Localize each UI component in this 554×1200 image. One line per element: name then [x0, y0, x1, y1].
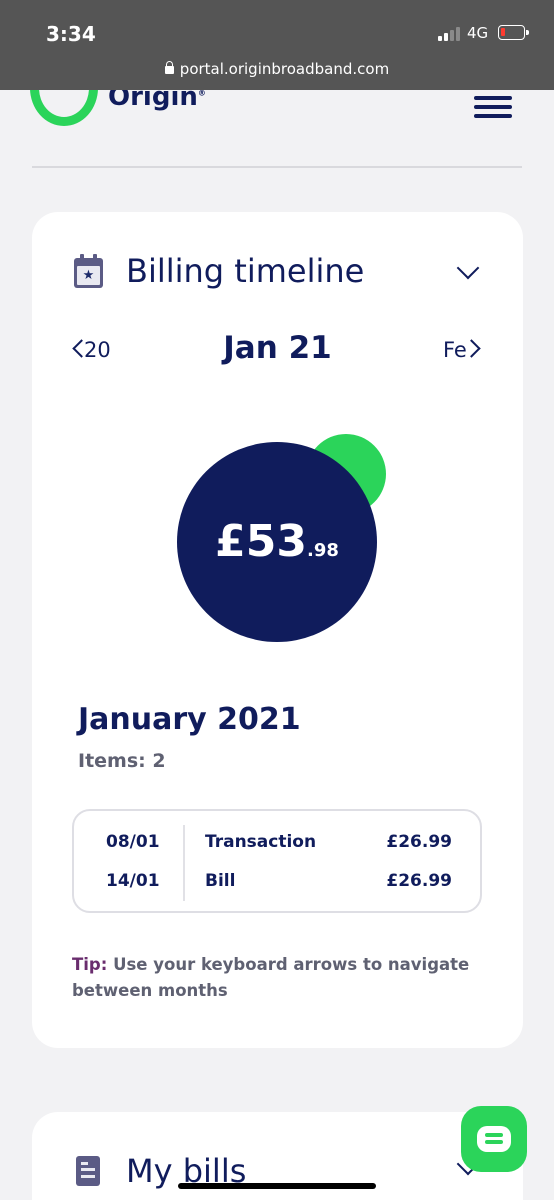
transaction-date: 14/01: [106, 871, 160, 891]
table-row: 14/01 Bill £26.99: [74, 871, 484, 897]
items-count: Items: 2: [78, 750, 166, 772]
table-row: 08/01 Transaction £26.99: [74, 832, 484, 858]
chat-icon: [477, 1126, 511, 1152]
document-icon: [76, 1156, 100, 1186]
tip-text: Use your keyboard arrows to navigate bet…: [72, 955, 470, 1000]
next-month-button[interactable]: Fe: [443, 338, 481, 362]
transaction-amount: £26.99: [386, 871, 452, 891]
navigation-tip: Tip: Use your keyboard arrows to navigat…: [72, 952, 482, 1004]
billing-timeline-title: Billing timeline: [126, 252, 365, 290]
transaction-type: Transaction: [205, 832, 317, 852]
billing-timeline-card: ★ Billing timeline 20 Jan 21 Fe £53.98 J…: [32, 212, 523, 1048]
tip-label: Tip:: [72, 955, 108, 974]
status-time: 3:34: [46, 22, 96, 46]
calendar-star-icon: ★: [74, 254, 103, 288]
chat-button[interactable]: [461, 1106, 527, 1172]
address-bar[interactable]: portal.originbroadband.com: [0, 60, 554, 78]
amount-main: £53: [215, 516, 307, 567]
chevron-down-icon[interactable]: [456, 256, 480, 280]
menu-icon[interactable]: [474, 96, 512, 118]
amount-circle: £53.98: [177, 442, 377, 642]
transactions-table: 08/01 Transaction £26.99 14/01 Bill £26.…: [72, 809, 482, 913]
header-divider: [32, 166, 522, 168]
battery-icon: [498, 25, 529, 40]
transaction-amount: £26.99: [386, 832, 452, 852]
status-bar: 3:34 4G portal.originbroadband.com: [0, 0, 554, 90]
transaction-date: 08/01: [106, 832, 160, 852]
network-type: 4G: [467, 24, 489, 42]
home-indicator: [178, 1183, 376, 1189]
transaction-type: Bill: [205, 871, 236, 891]
signal-icon: [438, 27, 462, 41]
url-text: portal.originbroadband.com: [179, 60, 390, 78]
amount-pence: .98: [306, 540, 339, 561]
period-title: January 2021: [78, 702, 301, 737]
lock-icon: [164, 61, 174, 74]
